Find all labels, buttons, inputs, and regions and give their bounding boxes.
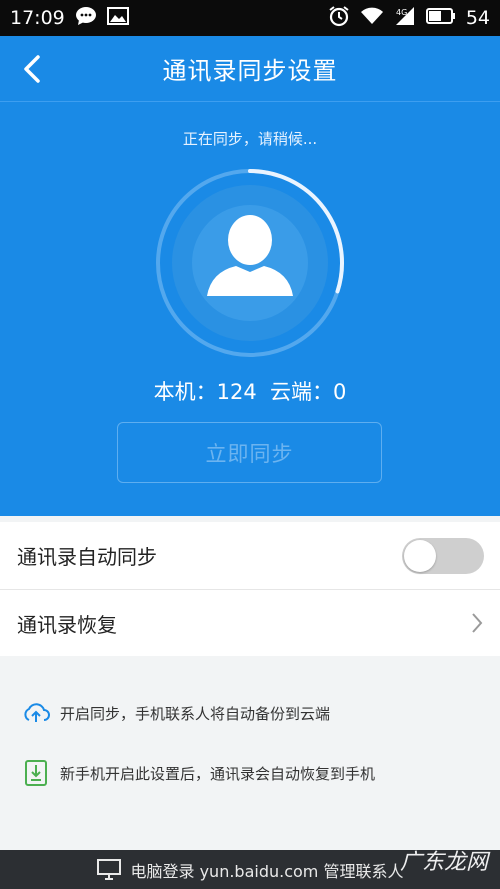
sync-now-button[interactable]: 立即同步 [117, 422, 382, 483]
sync-progress-ring [155, 168, 345, 358]
chat-icon [75, 6, 97, 31]
restore-row[interactable]: 通讯录恢复 [0, 589, 500, 656]
chevron-left-icon [24, 55, 40, 83]
info-line-1: 开启同步，手机联系人将自动备份到云端 [60, 704, 331, 723]
bottom-bar-text: 电脑登录 yun.baidu.com 管理联系人 [130, 861, 404, 881]
info-line-2: 新手机开启此设置后，通讯录会自动恢复到手机 [60, 764, 376, 783]
battery-level: 54 [465, 7, 490, 29]
page-title: 通讯录同步设置 [162, 57, 338, 85]
info-item: 新手机开启此设置后，通讯录会自动恢复到手机 [0, 758, 500, 788]
signal-4g-icon: 4G [394, 6, 416, 31]
image-icon [106, 6, 129, 31]
svg-text:4G: 4G [396, 8, 407, 17]
battery-icon [425, 7, 456, 30]
auto-sync-label: 通讯录自动同步 [17, 545, 157, 569]
monitor-icon [96, 858, 121, 880]
alarm-icon [328, 5, 350, 32]
chevron-right-icon [472, 613, 483, 633]
app-header: 通讯录同步设置 [0, 36, 500, 102]
watermark-logo: 广东龙网 [399, 850, 488, 875]
sync-panel: 正在同步，请稍候... 本机：124 云端：0 立即同步 [0, 102, 500, 516]
contact-counts: 本机：124 云端：0 [153, 380, 347, 404]
wifi-icon [360, 6, 384, 31]
back-button[interactable] [14, 52, 48, 86]
status-bar: 17:09 4G 54 [0, 0, 500, 36]
sync-status-text: 正在同步，请稍候... [182, 130, 318, 148]
info-section: 开启同步，手机联系人将自动备份到云端 新手机开启此设置后，通讯录会自动恢复到手机 [0, 690, 500, 788]
cloud-upload-icon [22, 699, 50, 727]
auto-sync-row: 通讯录自动同步 [0, 522, 500, 589]
status-time: 17:09 [10, 7, 65, 29]
toggle-knob [404, 539, 436, 572]
info-item: 开启同步，手机联系人将自动备份到云端 [0, 698, 500, 728]
settings-list: 通讯录自动同步 通讯录恢复 [0, 522, 500, 656]
download-phone-icon [22, 759, 50, 787]
restore-label: 通讯录恢复 [17, 612, 117, 637]
auto-sync-toggle[interactable] [402, 537, 484, 574]
